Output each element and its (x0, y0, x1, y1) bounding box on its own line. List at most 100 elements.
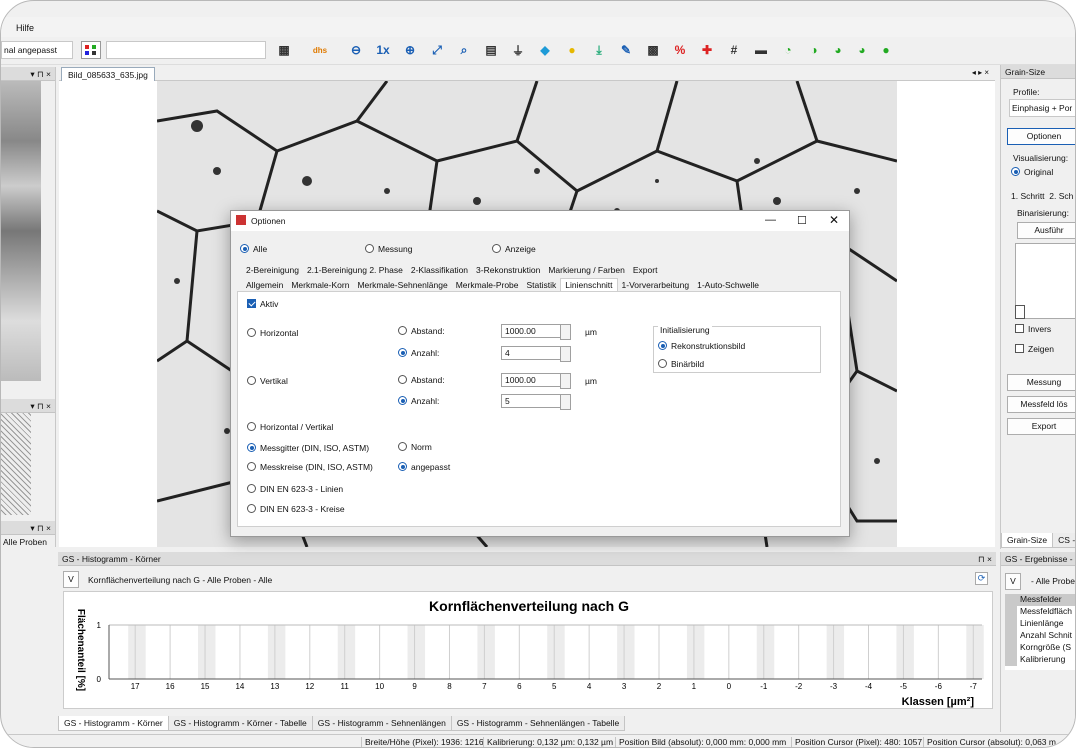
dialog-tab-merkmale-sehnenl-nge[interactable]: Merkmale-Sehnenlänge (353, 279, 451, 291)
run-button[interactable]: Ausführ (1017, 222, 1075, 239)
close-icon[interactable]: ✕ (829, 213, 839, 227)
hash-icon[interactable]: # (723, 39, 745, 61)
dialog-tab-statistik[interactable]: Statistik (523, 279, 561, 291)
norm-radio[interactable]: Norm (398, 442, 432, 452)
histogram-tab[interactable]: GS - Histogramm - Körner - Tabelle (167, 716, 313, 731)
h-abstand-radio[interactable]: Abstand: (398, 326, 445, 336)
init-binary-radio[interactable]: Binärbild (658, 359, 704, 369)
grid-icon[interactable] (81, 41, 101, 59)
din-circles-radio[interactable]: DIN EN 623-3 - Kreise (247, 504, 345, 514)
document-tab[interactable]: Bild_085633_635.jpg (61, 67, 155, 81)
dhs-icon[interactable]: dhs (300, 39, 340, 61)
results-item[interactable]: Messfelder (1005, 594, 1075, 606)
active-checkbox[interactable]: Aktiv (247, 299, 278, 309)
x-tick-label: 15 (201, 682, 210, 691)
refresh-icon[interactable]: ⟳ (975, 572, 988, 585)
messkreise-radio[interactable]: Messkreise (DIN, ISO, ASTM) (247, 462, 373, 472)
visual-original-radio[interactable]: Original (1011, 167, 1053, 177)
dialog-tab-allgemein[interactable]: Allgemein (242, 279, 287, 291)
results-item[interactable]: Anzahl Schnit (1005, 630, 1075, 642)
zoom-in-icon[interactable]: ⊕ (399, 39, 421, 61)
pie-icon[interactable]: ● (875, 39, 897, 61)
flag-icon[interactable]: ▬ (750, 39, 772, 61)
h-abstand-input[interactable]: 1000.00 (501, 324, 571, 340)
histogram-subtitle: Kornflächenverteilung nach G - Alle Prob… (88, 575, 273, 585)
grid-icon[interactable]: ▦ (273, 39, 295, 61)
step-tabs[interactable]: 1. Schritt 2. Sch (1011, 191, 1073, 201)
results-item[interactable]: Linienlänge (1005, 618, 1075, 630)
x-tick-label: 2 (657, 682, 662, 691)
cross-icon[interactable]: ✚ (696, 39, 718, 61)
results-v-button[interactable]: V (1005, 573, 1021, 590)
dialog-tab-linienschnitt[interactable]: Linienschnitt (560, 278, 618, 291)
angepasst-radio[interactable]: angepasst (398, 462, 450, 472)
v-anzahl-radio[interactable]: Anzahl: (398, 396, 439, 406)
dialog-tab-export[interactable]: Export (629, 264, 662, 276)
histogram-tab[interactable]: GS - Histogramm - Körner (58, 716, 169, 731)
tab-grain-size[interactable]: Grain-Size (1001, 533, 1054, 548)
options-button[interactable]: Optionen (1007, 128, 1075, 145)
dialog-tab-merkmale-probe[interactable]: Merkmale-Probe (452, 279, 523, 291)
dialog-tab-1-vorverarbeitung[interactable]: 1-Vorverarbeitung (618, 279, 694, 291)
zoom-mode-combo[interactable]: nal angepasst (1, 41, 73, 59)
din-lines-radio[interactable]: DIN EN 623-3 - Linien (247, 484, 343, 494)
secondary-combo[interactable] (106, 41, 266, 59)
measure-button[interactable]: Messung (1007, 374, 1075, 391)
tab-nav-icons[interactable]: ◂ ▸ × (972, 68, 989, 77)
dialog-tab-merkmale-korn[interactable]: Merkmale-Korn (287, 279, 353, 291)
bulb-icon[interactable]: ● (561, 39, 583, 61)
messgitter-radio[interactable]: Messgitter (DIN, ISO, ASTM) (247, 443, 369, 453)
zoom-1x-icon[interactable]: 1x (372, 39, 394, 61)
hv-radio[interactable]: Horizontal / Vertikal (247, 422, 333, 432)
menu-help[interactable]: Hilfe (16, 23, 34, 33)
results-item[interactable]: Kalibrierung (1005, 654, 1075, 666)
filter-icon[interactable]: ⏚ (507, 39, 529, 61)
export-button[interactable]: Export (1007, 418, 1075, 435)
v-abstand-radio[interactable]: Abstand: (398, 375, 445, 385)
invert-checkbox[interactable]: Invers (1015, 324, 1051, 334)
pen-icon[interactable]: ✎ (615, 39, 637, 61)
scope-all-radio[interactable]: Alle (240, 244, 267, 254)
zoom-out-icon[interactable]: ⊖ (345, 39, 367, 61)
profile-select[interactable]: Einphasig + Por (1009, 99, 1075, 117)
h-anzahl-radio[interactable]: Anzahl: (398, 348, 439, 358)
h-anzahl-input[interactable]: 4 (501, 346, 571, 362)
pie-icon[interactable]: ◕ (851, 39, 873, 61)
show-checkbox[interactable]: Zeigen (1015, 344, 1054, 354)
percent-icon[interactable]: % (669, 39, 691, 61)
histogram-tab[interactable]: GS - Histogramm - Sehnenlängen (311, 716, 452, 731)
results-item[interactable]: Korngröße (S (1005, 642, 1075, 654)
minimize-icon[interactable]: — (765, 214, 776, 226)
results-item[interactable]: Messfeldfläch (1005, 606, 1075, 618)
pie-icon[interactable]: ◔ (777, 39, 799, 61)
maximize-icon[interactable]: ☐ (797, 214, 807, 227)
v-anzahl-input[interactable]: 5 (501, 394, 571, 410)
cube-icon[interactable]: ◆ (534, 39, 556, 61)
dialog-tab-2-klassifikation[interactable]: 2-Klassifikation (407, 264, 472, 276)
tab-cs[interactable]: CS - K (1052, 533, 1075, 548)
horizontal-radio[interactable]: Horizontal (247, 328, 298, 338)
dialog-tab-markierung-farben[interactable]: Markierung / Farben (544, 264, 629, 276)
table-icon[interactable]: ▤ (480, 39, 502, 61)
init-recon-radio[interactable]: Rekonstruktionsbild (658, 341, 745, 351)
x-axis-label: Klassen [µm²] (902, 696, 975, 708)
status-item: Position Cursor (absolut): 0,063 m (923, 737, 1056, 747)
vertical-radio[interactable]: Vertikal (247, 376, 288, 386)
v-abstand-input[interactable]: 1000.00 (501, 373, 571, 389)
dialog-tab-2-1-bereinigung-2-phase[interactable]: 2.1-Bereinigung 2. Phase (303, 264, 407, 276)
scope-display-radio[interactable]: Anzeige (492, 244, 536, 254)
delete-field-button[interactable]: Messfeld lös (1007, 396, 1075, 413)
dialog-tab-1-auto-schwelle[interactable]: 1-Auto-Schwelle (693, 279, 763, 291)
dialog-tab-3-rekonstruktion[interactable]: 3-Rekonstruktion (472, 264, 544, 276)
threshold-slider[interactable] (1015, 305, 1025, 319)
pie-icon[interactable]: ◕ (827, 39, 849, 61)
download-icon[interactable]: ⤓ (588, 39, 610, 61)
scope-measure-radio[interactable]: Messung (365, 244, 413, 254)
pie-icon[interactable]: ◑ (803, 39, 825, 61)
histogram-v-button[interactable]: V (63, 571, 79, 588)
dialog-tab-2-bereinigung[interactable]: 2-Bereinigung (242, 264, 303, 276)
histogram-tab[interactable]: GS - Histogramm - Sehnenlängen - Tabelle (450, 716, 626, 731)
zoom-fit-icon[interactable]: ⤢ (426, 39, 448, 61)
pattern-icon[interactable]: ▩ (642, 39, 664, 61)
zoom-select-icon[interactable]: ⌕ (453, 39, 475, 61)
